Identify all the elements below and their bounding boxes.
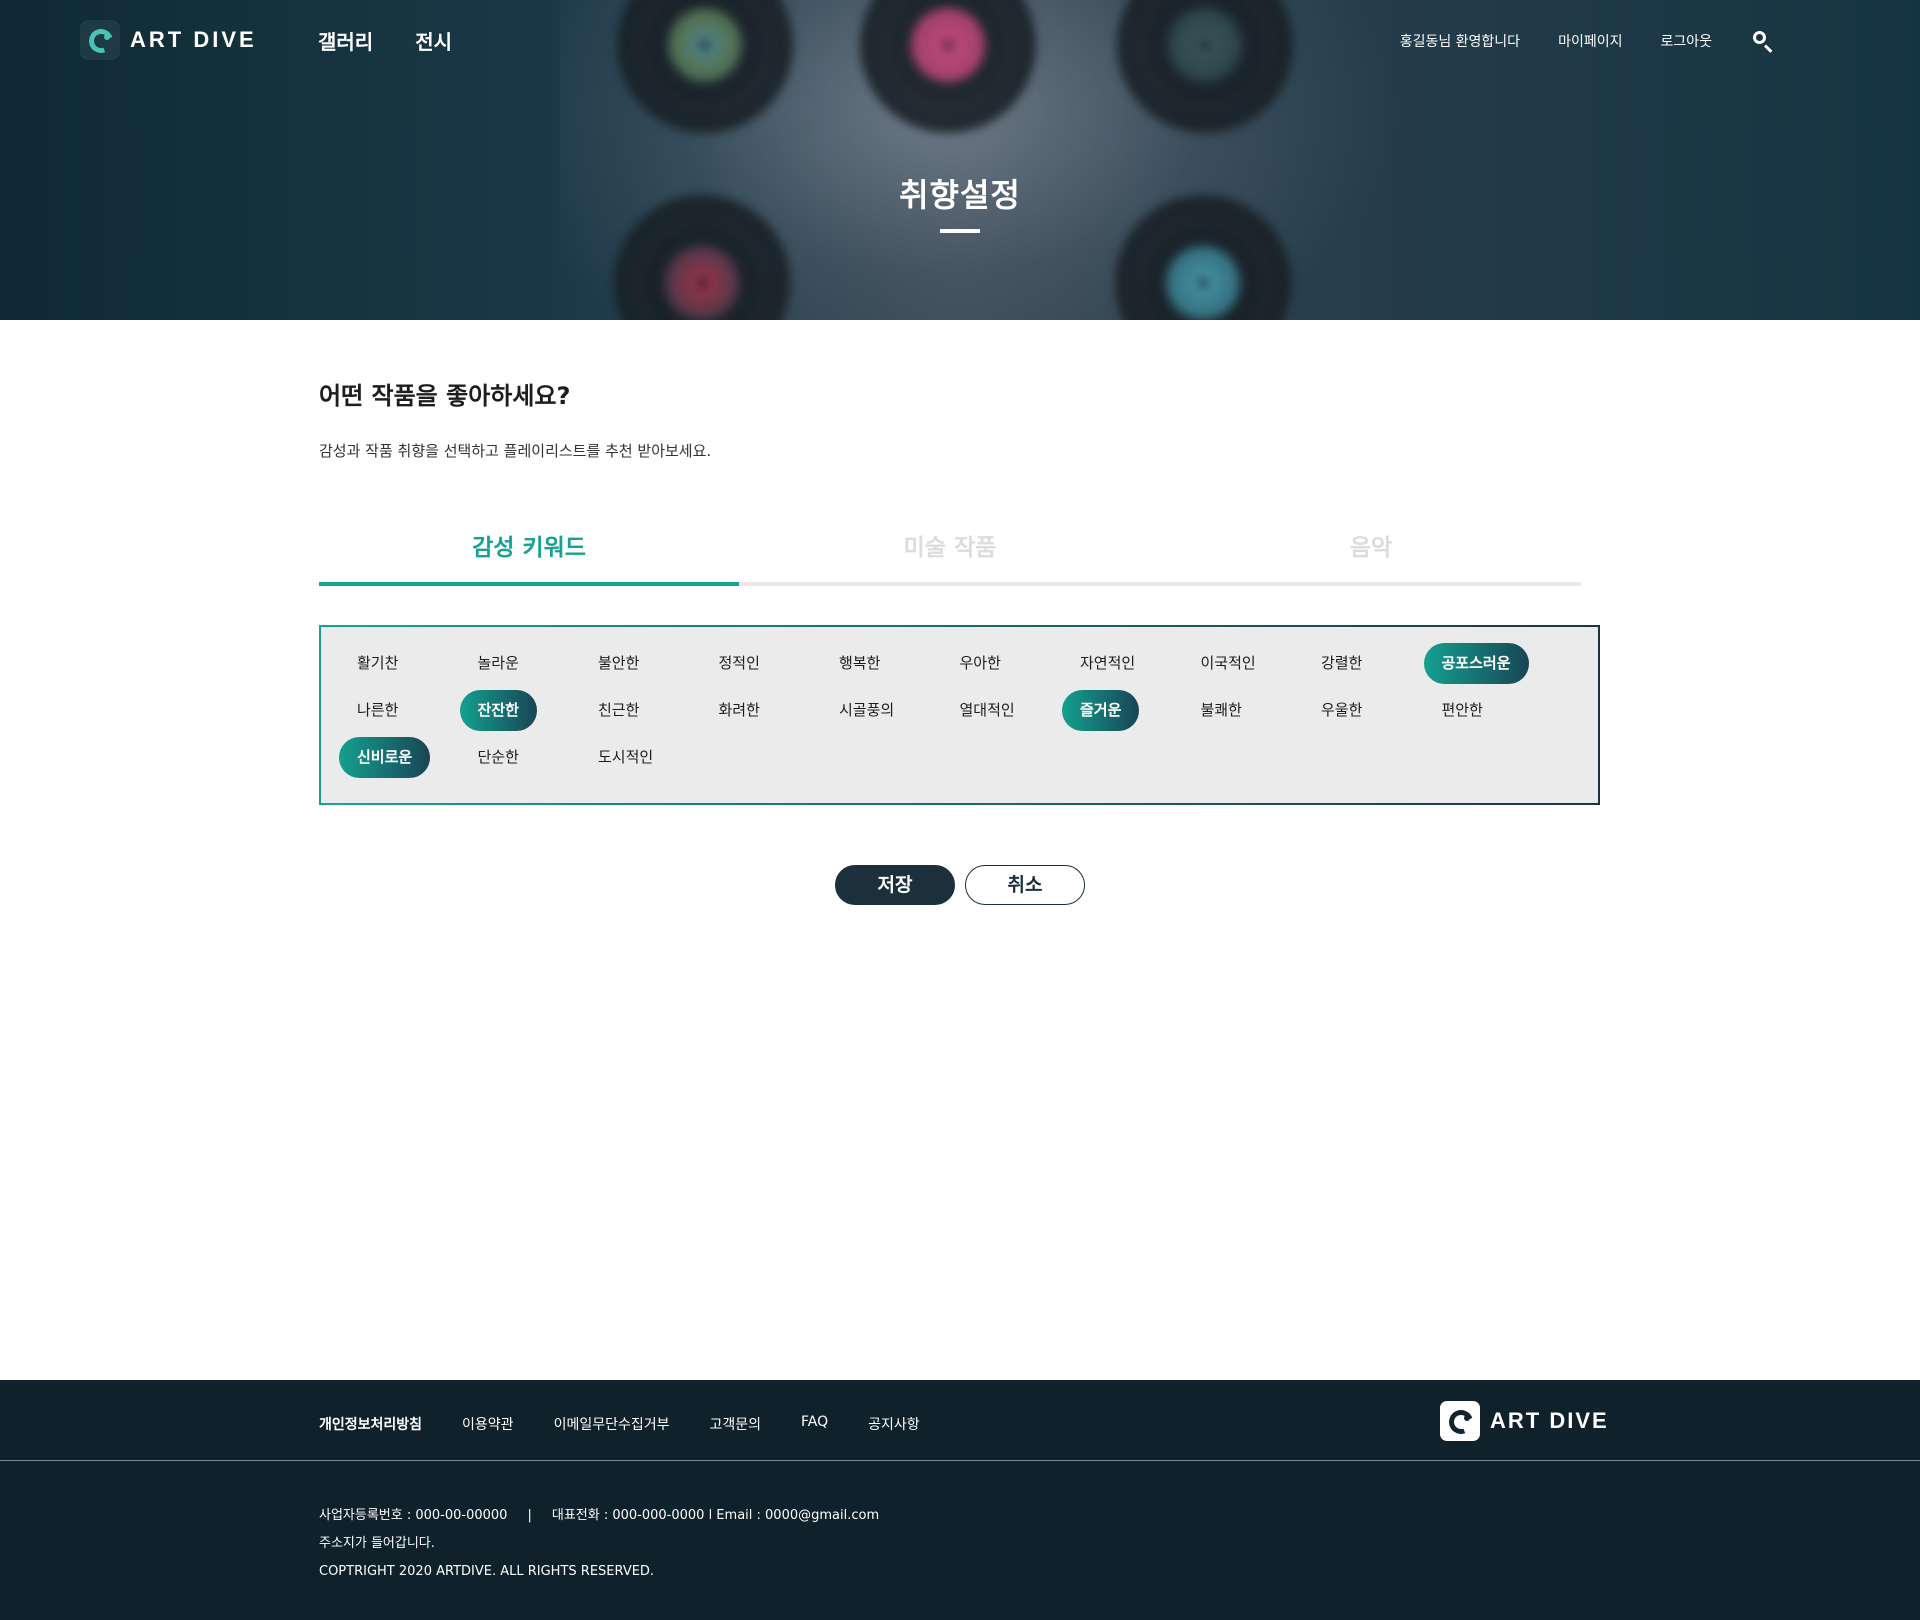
keyword-chip[interactable]: 신비로운 xyxy=(339,737,431,778)
save-button[interactable]: 저장 xyxy=(835,865,955,905)
logo-text: ART DIVE xyxy=(130,27,257,52)
search-icon[interactable] xyxy=(1752,30,1774,53)
footer-links: 개인정보처리방침 이용약관 이메일무단수집거부 고객문의 FAQ 공지사항 xyxy=(319,1414,920,1434)
tab-label: 감성 키워드 xyxy=(472,535,586,561)
keyword-chip[interactable]: 정적인 xyxy=(701,643,778,684)
logout-link[interactable]: 로그아웃 xyxy=(1660,31,1712,51)
keyword-chip[interactable]: 도시적인 xyxy=(580,737,671,778)
tab-music[interactable]: 음악 xyxy=(1161,528,1581,586)
utility-nav: 홍길동님 환영합니다 마이페이지 로그아웃 xyxy=(1399,30,1774,53)
keyword-chip[interactable]: 놀라운 xyxy=(460,643,537,684)
section-description: 감성과 작품 취향을 선택하고 플레이리스트를 추천 받아보세요. xyxy=(319,442,712,460)
footer-link-faq[interactable]: FAQ xyxy=(801,1414,828,1434)
keyword-chip[interactable]: 나른한 xyxy=(339,690,416,731)
keyword-chip[interactable]: 강렬한 xyxy=(1303,643,1380,684)
hero-banner: ART DIVE 갤러리 전시 홍길동님 환영합니다 마이페이지 로그아웃 취향… xyxy=(0,0,1920,320)
preference-tabs: 감성 키워드 미술 작품 음악 xyxy=(319,528,1581,586)
art-dive-logo-icon xyxy=(1440,1401,1480,1441)
footer-logo[interactable]: ART DIVE xyxy=(1440,1401,1609,1441)
main-nav: 갤러리 전시 xyxy=(318,26,452,55)
footer-link-email-policy[interactable]: 이메일무단수집거부 xyxy=(554,1414,670,1434)
keyword-chip[interactable]: 즐거운 xyxy=(1062,690,1140,731)
site-footer: 개인정보처리방침 이용약관 이메일무단수집거부 고객문의 FAQ 공지사항 AR… xyxy=(0,1380,1920,1620)
copyright: COPTRIGHT 2020 ARTDIVE. ALL RIGHTS RESER… xyxy=(319,1564,655,1579)
page-title: 취향설정 xyxy=(899,176,1021,214)
keyword-chip[interactable]: 자연적인 xyxy=(1062,643,1153,684)
footer-divider xyxy=(0,1460,1920,1461)
keyword-chip[interactable]: 이국적인 xyxy=(1183,643,1274,684)
site-header: ART DIVE 갤러리 전시 홍길동님 환영합니다 마이페이지 로그아웃 xyxy=(0,0,1920,80)
keyword-chip[interactable]: 불쾌한 xyxy=(1183,690,1260,731)
tab-artwork[interactable]: 미술 작품 xyxy=(740,528,1160,586)
keyword-chip[interactable]: 단순한 xyxy=(460,737,537,778)
art-dive-logo-icon xyxy=(80,20,120,60)
tab-active-indicator xyxy=(319,582,739,586)
company-info: 사업자등록번호 : 000-00-00000 | 대표전화 : 000-000-00… xyxy=(319,1502,879,1586)
keyword-chip[interactable]: 우아한 xyxy=(942,643,1019,684)
keyword-chip[interactable]: 잔잔한 xyxy=(459,690,537,731)
info-separator: | xyxy=(527,1508,532,1523)
keyword-chip[interactable]: 활기찬 xyxy=(339,643,416,684)
nav-exhibition[interactable]: 전시 xyxy=(415,26,452,55)
footer-link-notice[interactable]: 공지사항 xyxy=(868,1414,920,1434)
mypage-link[interactable]: 마이페이지 xyxy=(1558,31,1622,51)
keyword-chip[interactable]: 공포스러운 xyxy=(1423,643,1529,684)
keyword-panel: 활기찬 놀라운 불안한 정적인 행복한 우아한 자연적인 이국적인 강렬한 공포스러운나른한 잔잔한… xyxy=(319,625,1600,805)
tab-label: 미술 작품 xyxy=(903,535,997,561)
tab-label: 음악 xyxy=(1349,535,1393,561)
keyword-chip[interactable]: 우울한 xyxy=(1303,690,1380,731)
keyword-chip[interactable]: 열대적인 xyxy=(942,690,1033,731)
greeting-text: 홍길동님 환영합니다 xyxy=(1399,34,1521,50)
contact-info: 대표전화 : 000-000-0000 l Email : 0000@gmail… xyxy=(551,1508,880,1523)
contact-line: 사업자등록번호 : 000-00-00000 | 대표전화 : 000-000-00… xyxy=(319,1502,879,1530)
keyword-chip[interactable]: 화려한 xyxy=(701,690,778,731)
footer-link-terms[interactable]: 이용약관 xyxy=(462,1414,514,1434)
footer-logo-text: ART DIVE xyxy=(1490,1408,1609,1433)
keyword-chip[interactable]: 친근한 xyxy=(580,690,657,731)
section-headline: 어떤 작품을 좋아하세요? xyxy=(319,382,571,410)
keyword-chip[interactable]: 시골풍의 xyxy=(821,690,912,731)
action-buttons: 저장 취소 xyxy=(835,865,1085,905)
nav-gallery[interactable]: 갤러리 xyxy=(318,26,373,55)
keyword-chip[interactable]: 편안한 xyxy=(1424,690,1501,731)
cancel-button[interactable]: 취소 xyxy=(965,865,1085,905)
tab-emotion-keyword[interactable]: 감성 키워드 xyxy=(319,528,739,586)
address: 주소지가 들어갑니다. xyxy=(319,1536,435,1551)
keyword-grid: 활기찬 놀라운 불안한 정적인 행복한 우아한 자연적인 이국적인 강렬한 공포스러운나른한 잔잔한… xyxy=(339,643,1580,778)
logo[interactable]: ART DIVE xyxy=(80,20,257,60)
keyword-chip[interactable]: 행복한 xyxy=(821,643,898,684)
title-underline xyxy=(940,229,980,233)
keyword-chip[interactable]: 불안한 xyxy=(580,643,657,684)
footer-link-privacy[interactable]: 개인정보처리방침 xyxy=(319,1414,422,1434)
business-number: 사업자등록번호 : 000-00-00000 xyxy=(319,1508,508,1523)
footer-link-support[interactable]: 고객문의 xyxy=(710,1414,762,1434)
